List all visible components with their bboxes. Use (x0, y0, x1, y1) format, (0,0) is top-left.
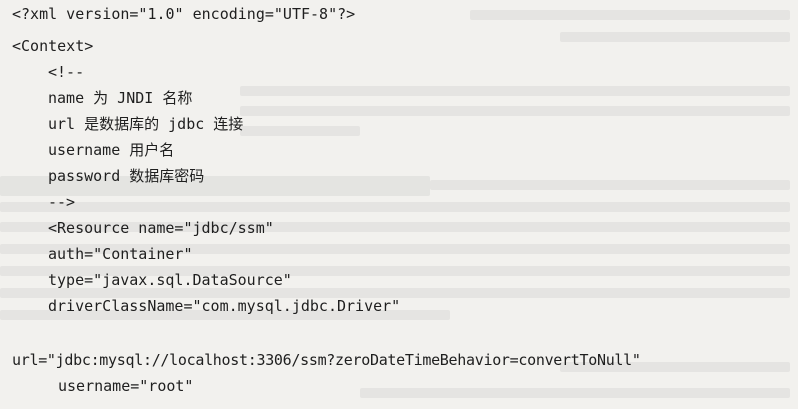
code-line-resource-type: type="javax.sql.DataSource" (48, 271, 292, 289)
code-line-resource-name: <Resource name="jdbc/ssm" (48, 219, 274, 237)
code-line-resource-auth: auth="Container" (48, 245, 193, 263)
code-listing: <?xml version="1.0" encoding="UTF-8"?> <… (0, 0, 798, 409)
code-line-xml-declaration: <?xml version="1.0" encoding="UTF-8"?> (12, 5, 356, 23)
code-line-resource-username: username="root" (58, 377, 194, 395)
code-line-comment-name: name 为 JNDI 名称 (48, 89, 193, 107)
code-line-comment-url: url 是数据库的 jdbc 连接 (48, 115, 244, 133)
code-line-comment-open: <!-- (48, 63, 85, 81)
code-line-comment-password: password 数据库密码 (48, 167, 205, 185)
code-line-resource-url: url="jdbc:mysql://localhost:3306/ssm?zer… (12, 351, 641, 369)
code-line-comment-username: username 用户名 (48, 141, 175, 159)
code-line-context-open: <Context> (12, 37, 94, 55)
code-line-resource-driver: driverClassName="com.mysql.jdbc.Driver" (48, 297, 401, 315)
code-line-comment-close: --> (48, 193, 76, 211)
